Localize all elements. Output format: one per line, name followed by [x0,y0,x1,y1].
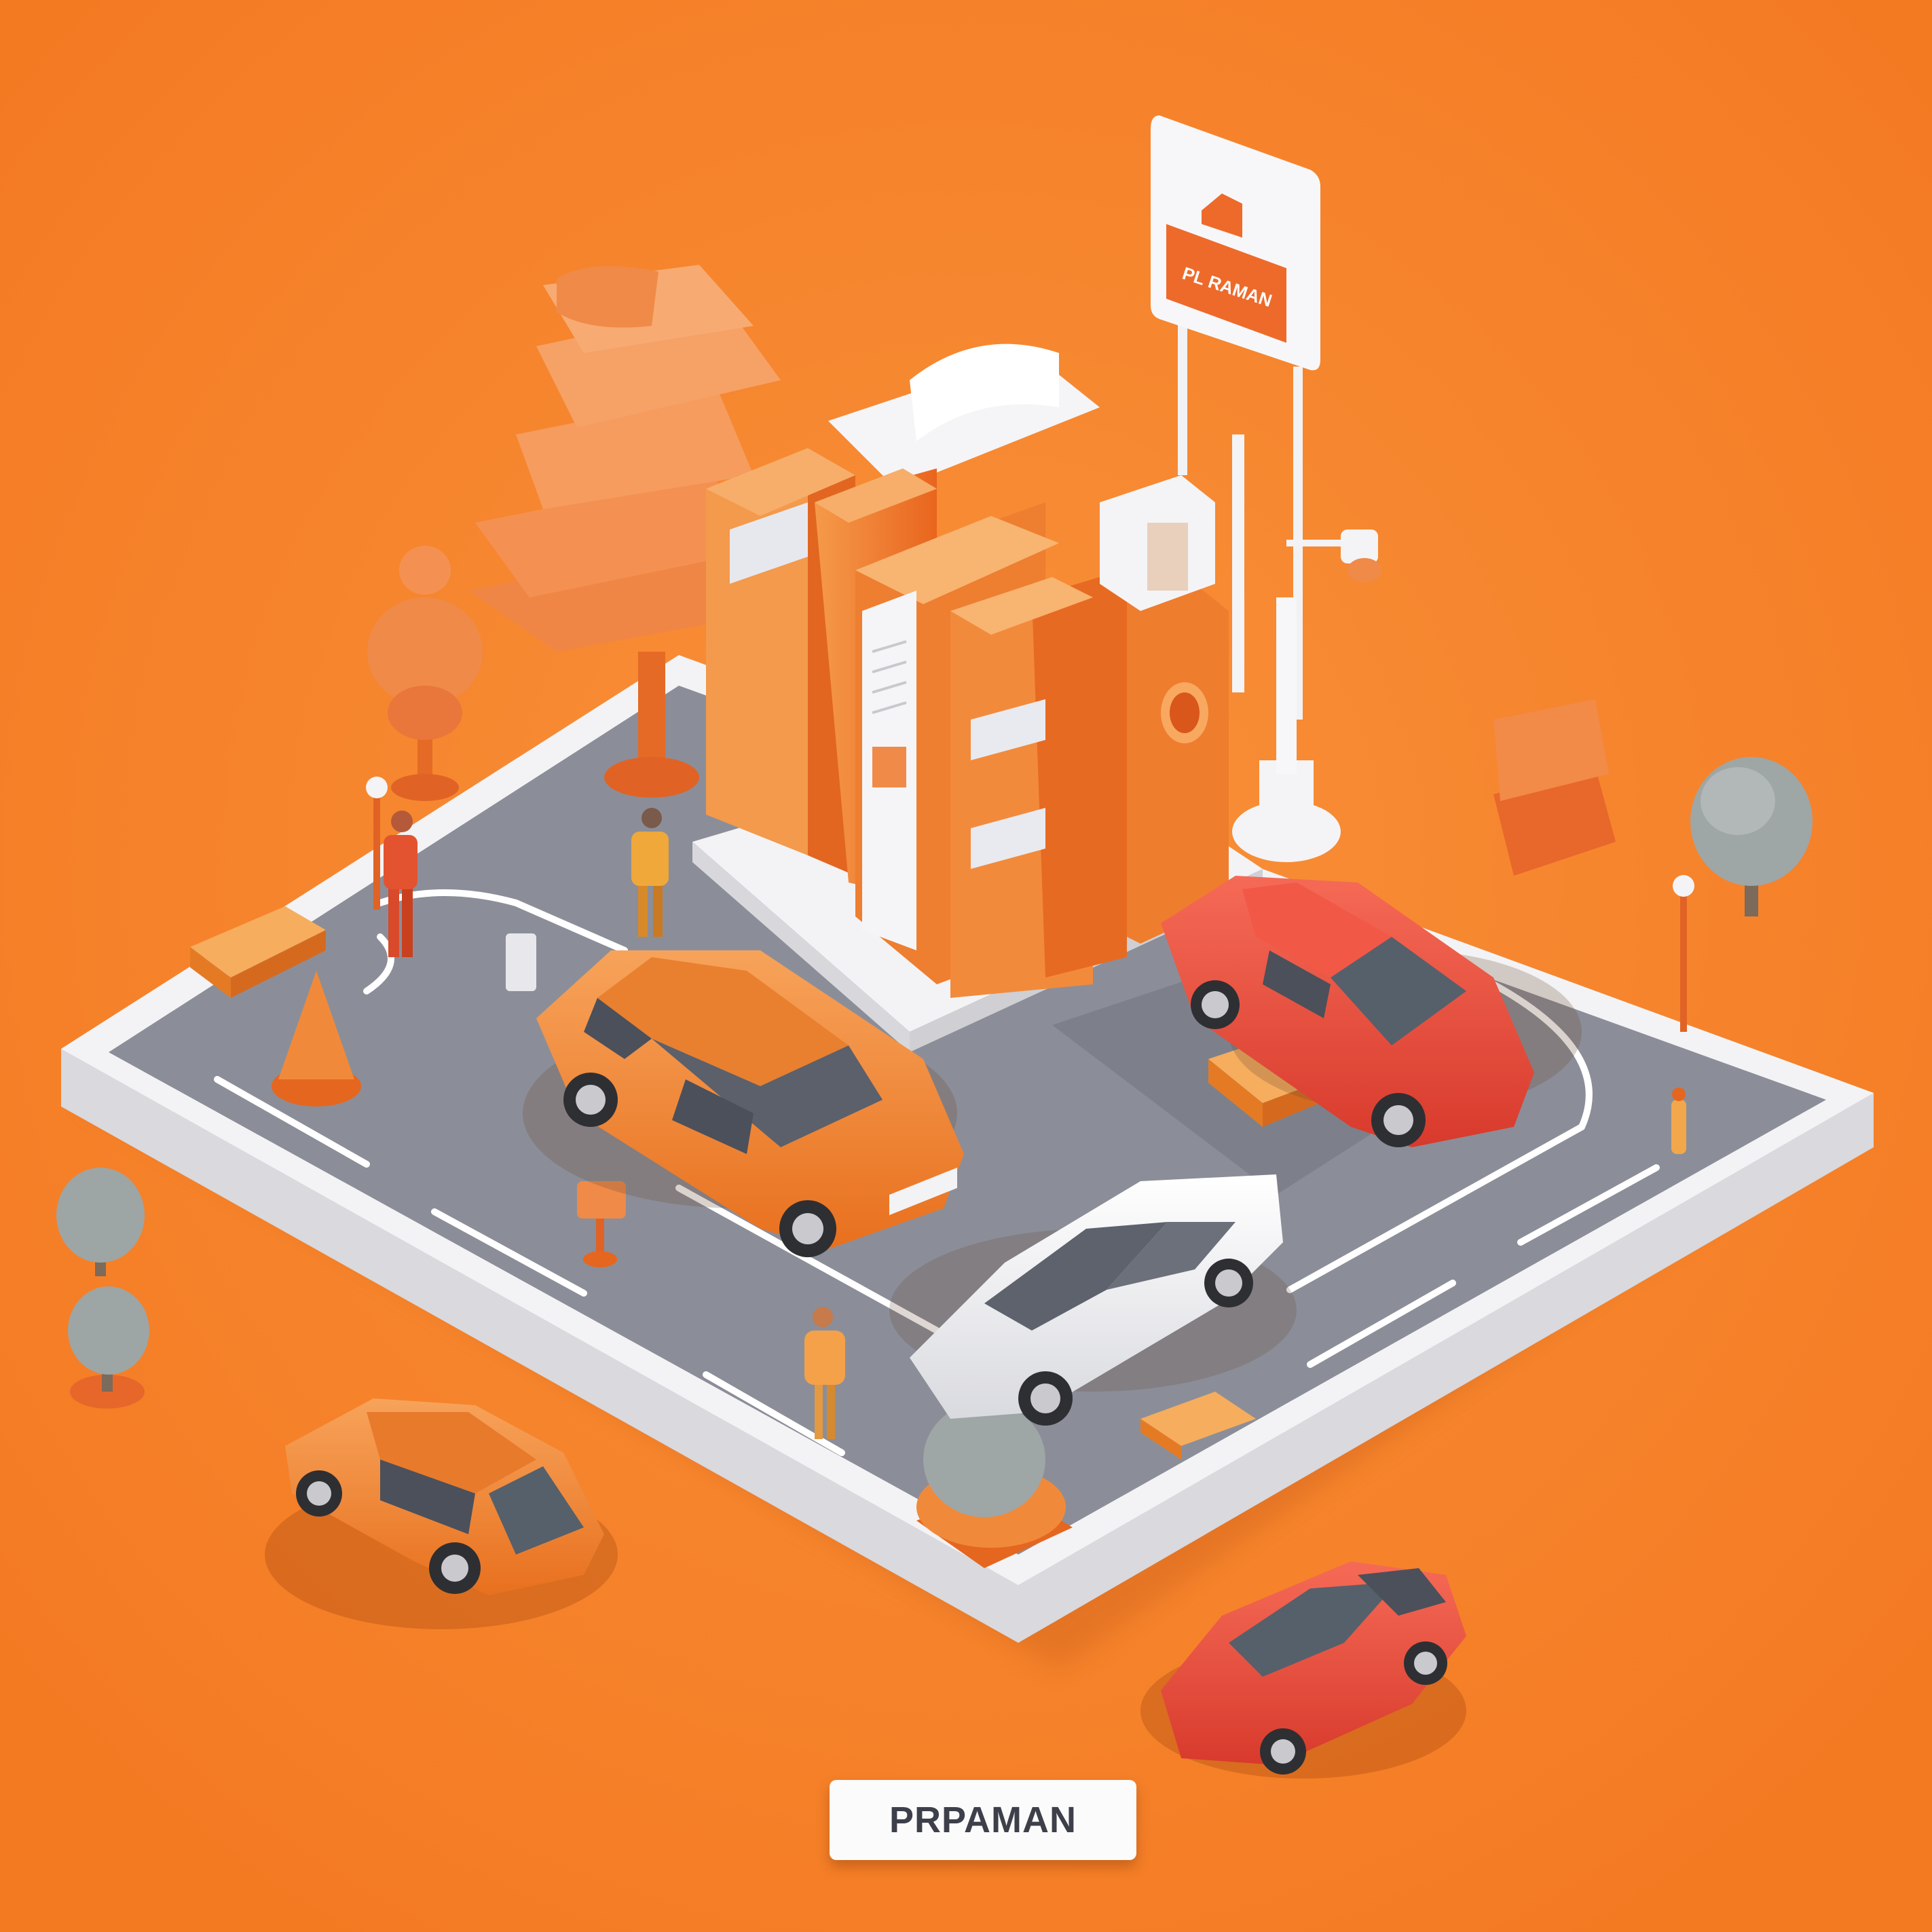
bollard [506,933,536,991]
round-tree-left-bottom [68,1286,149,1409]
scene: PL RAMAN [0,0,1932,1932]
person-small-right [1671,1088,1686,1154]
bottom-label: PRPAMAN [830,1780,1136,1860]
bottom-label-text: PRPAMAN [889,1800,1077,1840]
